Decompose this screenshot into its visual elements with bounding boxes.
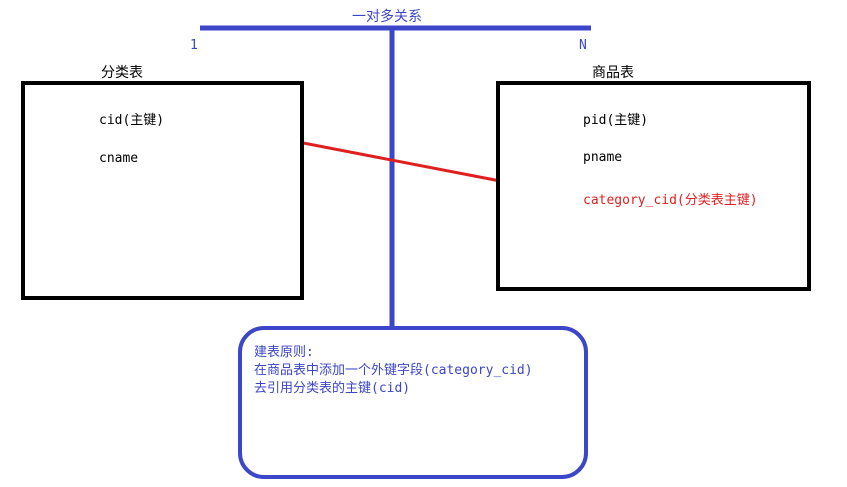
product-field-foreign-key: category_cid(分类表主键) <box>583 193 758 208</box>
note-heading: 建表原则: <box>254 345 314 360</box>
design-principle-note: 建表原则: 在商品表中添加一个外键字段(category_cid) 去引用分类表… <box>238 326 588 479</box>
category-field-cname: cname <box>99 151 139 166</box>
product-table-box <box>496 81 811 291</box>
product-field-pid: pid(主键) <box>583 113 649 128</box>
category-field-cid: cid(主键) <box>99 113 165 128</box>
right-cardinality-label: N <box>579 38 587 53</box>
left-cardinality-label: 1 <box>190 38 198 53</box>
product-field-pname: pname <box>583 150 623 165</box>
note-line-foreign-key: 在商品表中添加一个外键字段(category_cid) <box>254 363 533 378</box>
product-table-title: 商品表 <box>592 65 634 81</box>
relation-title: 一对多关系 <box>352 9 422 25</box>
note-line-reference: 去引用分类表的主键(cid) <box>254 381 411 396</box>
category-table-title: 分类表 <box>101 65 143 81</box>
